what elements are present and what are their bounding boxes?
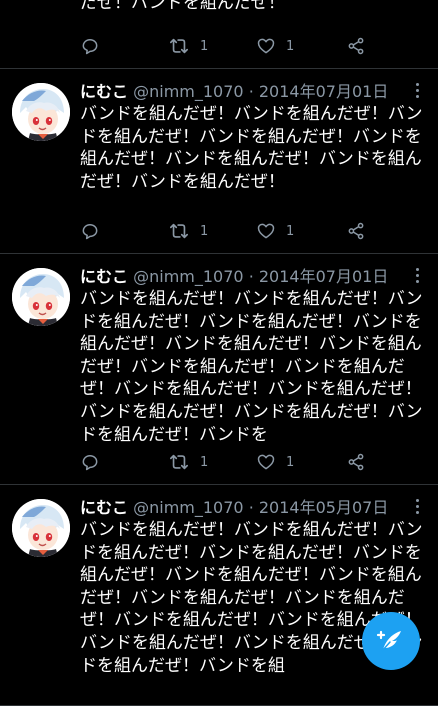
display-name[interactable]: にむこ [80,498,128,517]
tweet-actions: 1 1 [80,34,380,58]
avatar-illustration [12,499,70,557]
display-name[interactable]: にむこ [80,267,128,286]
retweet-count: 1 [200,454,209,470]
retweet-button[interactable]: 1 [168,450,208,474]
avatar[interactable] [12,268,70,326]
retweet-icon [170,38,188,54]
like-count: 1 [286,223,295,239]
retweet-button[interactable]: 1 [168,219,208,243]
retweet-count: 1 [200,223,209,239]
like-icon [257,223,275,239]
handle[interactable]: @nimm_1070 [133,82,243,101]
like-button[interactable]: 1 [256,450,294,474]
retweet-icon [170,223,188,239]
meta-separator: · [248,267,254,286]
avatar[interactable] [12,83,70,141]
reply-icon [82,224,98,240]
meta-separator: · [248,498,254,517]
like-count: 1 [286,38,295,54]
share-button[interactable] [346,34,366,58]
tweet[interactable]: にむこ @nimm_1070 · 2014年05月07日 バンドを組んだぜ！バン… [0,485,438,706]
reply-button[interactable] [80,34,110,58]
display-name[interactable]: にむこ [80,82,128,101]
share-icon [348,222,364,240]
retweet-icon [170,454,188,470]
tweet-header: にむこ @nimm_1070 · 2014年05月07日 [80,497,410,519]
compose-icon [376,630,401,652]
like-icon [257,454,275,470]
reply-icon [82,455,98,471]
reply-icon [82,39,98,55]
share-button[interactable] [346,450,366,474]
tweet-text: バンドを組んだぜ！バンドを組んだぜ！バンドを組んだぜ！バンドを組んだぜ！バンドを… [80,104,423,192]
retweet-button[interactable]: 1 [168,34,208,58]
handle[interactable]: @nimm_1070 [133,498,243,517]
avatar-illustration [12,268,70,326]
share-button[interactable] [346,219,366,243]
share-icon [348,37,364,55]
tweet[interactable]: にむこ @nimm_1070 · 2014年07月01日 バンドを組んだぜ！バン… [0,69,438,254]
timeline: だぜ！バンドを組んだぜ！ 1 1 にむこ @nimm_1070 · 2014年0… [0,0,438,706]
tweet-actions: 1 1 [80,219,380,243]
more-icon[interactable] [414,499,420,515]
avatar[interactable] [12,499,70,557]
like-button[interactable]: 1 [256,34,294,58]
tweet-header: にむこ @nimm_1070 · 2014年07月01日 [80,266,410,288]
tweet-date[interactable]: 2014年05月07日 [259,498,388,517]
tweet-partial[interactable]: だぜ！バンドを組んだぜ！ 1 1 [0,0,438,69]
compose-button[interactable] [362,612,420,670]
retweet-count: 1 [200,38,209,54]
like-icon [257,38,275,54]
like-count: 1 [286,454,295,470]
tweet-text: バンドを組んだぜ！バンドを組んだぜ！バンドを組んだぜ！バンドを組んだぜ！バンドを… [80,289,423,445]
like-button[interactable]: 1 [256,219,294,243]
handle[interactable]: @nimm_1070 [133,267,243,286]
tweet-text: だぜ！バンドを組んだぜ！ [80,0,285,13]
more-icon[interactable] [414,83,420,99]
share-icon [348,453,364,471]
reply-button[interactable] [80,450,110,474]
meta-separator: · [248,82,254,101]
tweet-date[interactable]: 2014年07月01日 [259,82,388,101]
more-icon[interactable] [414,268,420,284]
tweet-date[interactable]: 2014年07月01日 [259,267,388,286]
reply-button[interactable] [80,219,110,243]
avatar-illustration [12,83,70,141]
tweet[interactable]: にむこ @nimm_1070 · 2014年07月01日 バンドを組んだぜ！バン… [0,254,438,485]
tweet-actions: 1 1 [80,450,380,474]
tweet-header: にむこ @nimm_1070 · 2014年07月01日 [80,81,410,103]
